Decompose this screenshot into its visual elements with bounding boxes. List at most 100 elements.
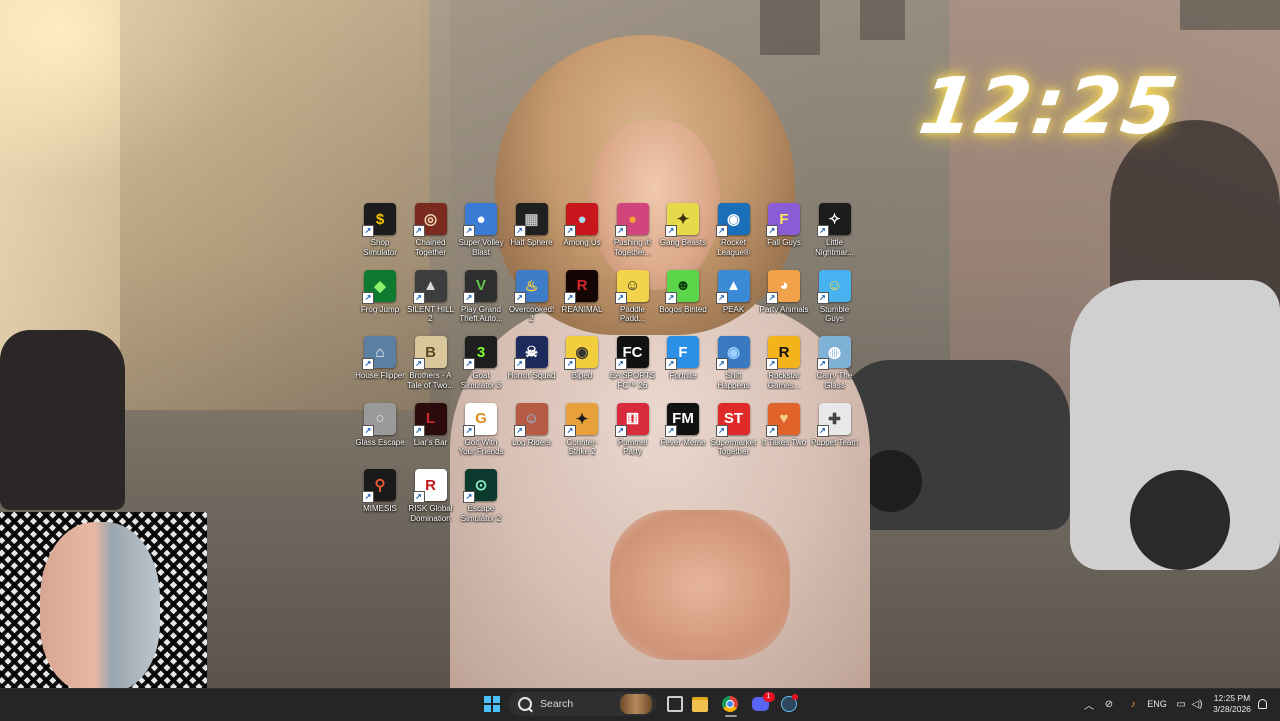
desktop-icon-label: Stumble Guys <box>819 304 850 324</box>
language-indicator[interactable]: ENG <box>1145 688 1169 720</box>
desktop-icon-label: Little Nightmar... <box>815 238 854 257</box>
desktop-icon[interactable]: ✚ ↗ Puppet Team <box>810 402 860 467</box>
desktop-icon[interactable]: $ ↗ Shop Simulator <box>355 203 405 267</box>
desktop-icon[interactable]: 3 ↗ Goat Simulator 3 <box>456 336 506 400</box>
desktop-icon[interactable]: ◉ ↗ Biped <box>557 336 607 400</box>
steam-taskbar-button[interactable] <box>777 692 801 716</box>
desktop-icon-label: Counter-Strike 2 <box>566 437 598 457</box>
app-icon: ◍ ↗ <box>816 336 851 370</box>
desktop-icon[interactable]: ⚅ ↗ Pummel Party <box>608 402 658 467</box>
desktop-icon-label: Shop Simulator <box>363 238 397 257</box>
desktop-icon-label: Half Sphere <box>510 238 553 247</box>
desktop-icon-label: Glass Escape <box>355 437 405 447</box>
app-icon: L ↗ <box>412 402 447 437</box>
desktop-icon[interactable]: ⊙ ↗ Escape Simulator 2 <box>456 469 506 533</box>
desktop-icon[interactable]: F ↗ Fortnite <box>658 336 708 400</box>
desktop-icon[interactable]: ◆ ↗ Frog Jump <box>355 269 405 334</box>
search-highlight-image <box>620 694 652 714</box>
desktop-icon[interactable]: ☻ ↗ Bogos Binted <box>658 269 708 334</box>
shortcut-arrow-icon: ↗ <box>463 424 475 437</box>
start-button[interactable] <box>480 692 504 716</box>
taskbar-search-box[interactable]: Search <box>508 692 656 716</box>
app-icon: ◎ ↗ <box>412 203 447 237</box>
desktop-icon[interactable]: ◕ ↗ Party Animals <box>759 269 809 334</box>
app-icon: ☻ ↗ <box>665 269 699 304</box>
app-icon: F ↗ <box>766 203 800 237</box>
desktop-icon[interactable]: ♨ ↗ Overcooked! 2 <box>507 269 557 334</box>
desktop-icon[interactable]: ▲ ↗ PEAK <box>709 269 759 334</box>
tray-microphone[interactable]: ♪ <box>1124 688 1142 720</box>
discord-taskbar-button[interactable]: 1 <box>748 692 775 716</box>
shortcut-arrow-icon: ↗ <box>614 225 627 237</box>
desktop-icon[interactable]: F ↗ Fall Guys <box>759 203 809 267</box>
desktop-icon[interactable]: R ↗ Rockstar Games... <box>759 336 809 400</box>
desktop-icon-label: Pushing it! Together... <box>613 238 652 257</box>
desktop-icon[interactable]: ☺ ↗ Paddle Padd... <box>608 269 658 334</box>
desktop-icon-label: SILENT HILL 2 <box>407 304 454 324</box>
app-icon: R ↗ <box>766 336 800 370</box>
desktop-icon[interactable]: ● ↗ Pushing it! Together... <box>608 203 658 267</box>
desktop-icon[interactable]: B ↗ Brothers - A Tale of Two... <box>406 336 456 400</box>
shortcut-arrow-icon: ↗ <box>362 225 374 237</box>
show-hidden-icons-button[interactable]: ︿ <box>1080 688 1098 720</box>
desktop-icon-label: Chained Together <box>414 238 447 257</box>
shortcut-arrow-icon: ↗ <box>564 424 576 437</box>
app-icon: ✦ ↗ <box>665 203 699 237</box>
desktop-icon[interactable]: L ↗ Liar's Bar <box>406 402 456 467</box>
desktop-icon-label: RISK Global Domination <box>408 504 453 523</box>
shortcut-arrow-icon: ↗ <box>463 225 475 237</box>
app-icon: ◕ ↗ <box>766 269 800 304</box>
desktop-icon[interactable]: R ↗ RISK Global Domination <box>406 469 456 533</box>
shortcut-arrow-icon: ↗ <box>665 358 677 370</box>
desktop-icon-label: Pummel Party <box>617 437 648 457</box>
desktop-icon[interactable]: ▦ ↗ Half Sphere <box>507 203 557 267</box>
tray-network-muted[interactable]: ⊘ <box>1100 688 1118 720</box>
wallpaper-window <box>860 0 905 40</box>
notification-center-button[interactable] <box>1254 688 1270 720</box>
desktop-icon-label: Among Us <box>563 238 601 247</box>
desktop-icon[interactable]: FM ↗ Fever Meme <box>658 402 708 467</box>
task-view-button[interactable] <box>663 692 687 716</box>
desktop-icon[interactable]: ● ↗ Super Volley Blast <box>456 203 506 267</box>
tray-volume[interactable]: ◁) <box>1188 688 1206 720</box>
desktop-icon[interactable]: ST ↗ Supermarket Together <box>709 402 759 467</box>
desktop-icon-label: Gang Beasts <box>659 238 707 247</box>
desktop-icon[interactable]: ☠ ↗ Horror Squad <box>507 336 557 400</box>
desktop-icon[interactable]: G ↗ Golf With Your Friends <box>456 402 506 467</box>
task-view-icon <box>667 696 683 712</box>
tray-date: 3/28/2026 <box>1213 704 1251 714</box>
desktop-icon-label: Paddle Padd... <box>619 304 646 324</box>
shortcut-arrow-icon: ↗ <box>766 424 778 437</box>
desktop-icon[interactable]: ✧ ↗ Little Nightmar... <box>810 203 860 267</box>
desktop-icon[interactable]: R ↗ REANIMAL <box>557 269 607 334</box>
desktop-icon[interactable]: FC ↗ EA SPORTS FC™ 26 <box>608 336 658 400</box>
desktop-icon[interactable]: V ↗ Play Grand Theft Auto... <box>456 269 506 334</box>
desktop-icon[interactable]: ◉ ↗ Rocket League® <box>709 203 759 267</box>
desktop-icon[interactable]: ◍ ↗ Carry The Glass <box>810 336 860 400</box>
desktop-icon[interactable]: ○ ↗ Glass Escape <box>355 402 405 467</box>
desktop-icon[interactable]: ● ↗ Among Us <box>557 203 607 267</box>
desktop-icon-label: REANIMAL <box>561 304 603 314</box>
shortcut-arrow-icon: ↗ <box>816 291 829 304</box>
taskbar-clock[interactable]: 12:25 PM 3/28/2026 <box>1206 688 1258 720</box>
desktop-icon[interactable]: ⚲ ↗ MIMESIS <box>355 469 405 533</box>
desktop-icon[interactable]: ☺ ↗ Log Riders <box>507 402 557 467</box>
app-icon: ⊙ ↗ <box>463 469 497 503</box>
desktop-icon[interactable]: ◉ ↗ Shift Happens <box>709 336 759 400</box>
search-label: Search <box>540 698 574 710</box>
chrome-taskbar-button[interactable] <box>718 692 742 716</box>
desktop-icon[interactable]: ✦ ↗ Gang Beasts <box>658 203 708 267</box>
desktop-icon[interactable]: ☺ ↗ Stumble Guys <box>810 269 860 334</box>
desktop-icon[interactable]: ⌂ ↗ House Flipper <box>355 336 405 400</box>
desktop-icon[interactable]: ♥ ↗ It Takes Two <box>759 402 809 467</box>
desktop-icon-label: Puppet Team <box>811 437 858 447</box>
desktop-icon-label: Log Riders <box>512 437 551 447</box>
desktop-icon-label: Liar's Bar <box>413 437 448 447</box>
desktop-icon[interactable]: ✦ ↗ Counter-Strike 2 <box>557 402 607 467</box>
wallpaper-window <box>760 0 820 55</box>
desktop-icon[interactable]: ◎ ↗ Chained Together <box>406 203 456 267</box>
chrome-icon <box>722 696 738 712</box>
microphone-icon: ♪ <box>1130 698 1136 710</box>
file-explorer-button[interactable] <box>688 692 712 716</box>
desktop-icon[interactable]: ▲ ↗ SILENT HILL 2 <box>406 269 456 334</box>
